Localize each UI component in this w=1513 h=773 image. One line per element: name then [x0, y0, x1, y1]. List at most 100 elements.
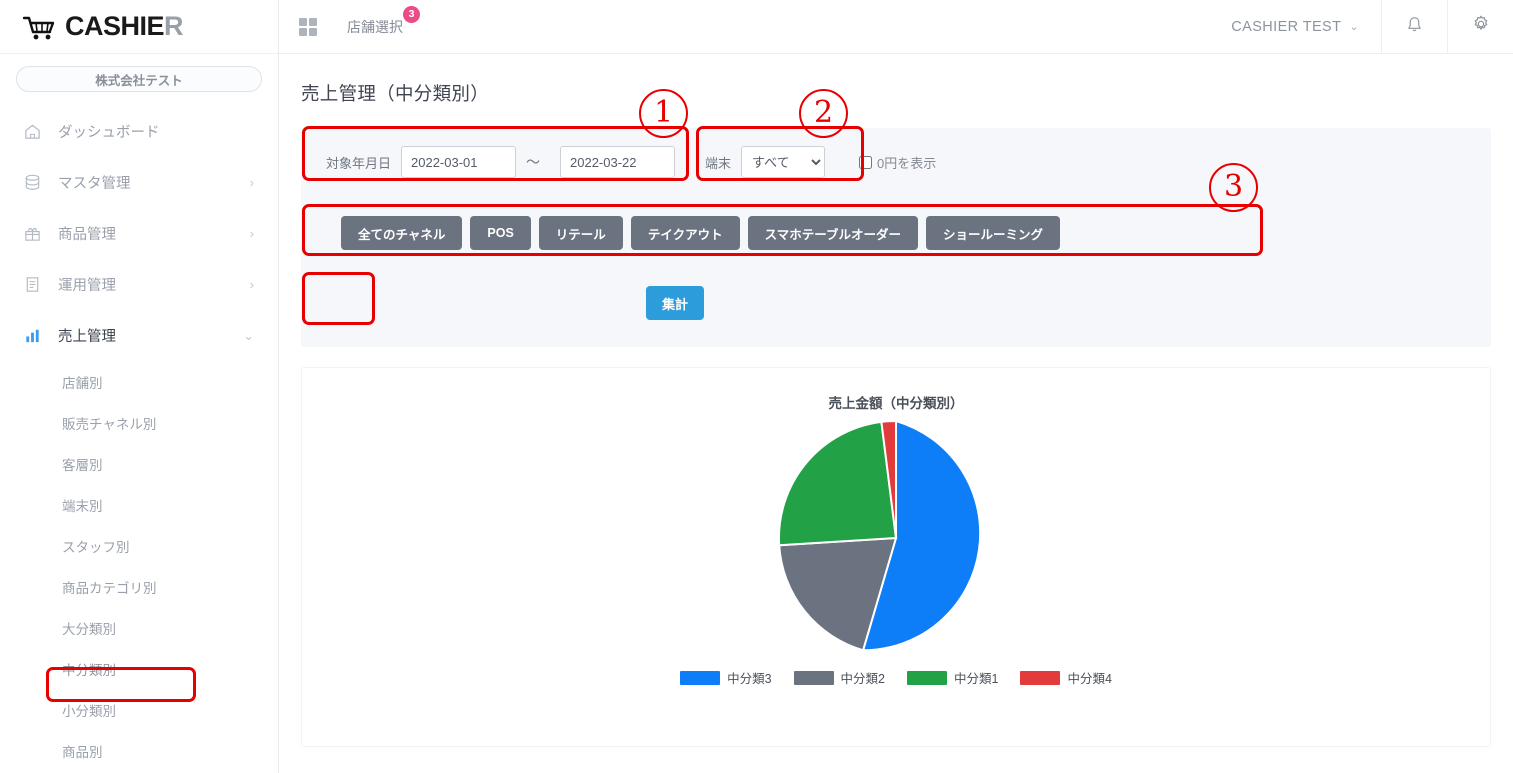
zero-yen-checkbox-wrap[interactable]: 0円を表示 — [859, 153, 936, 172]
chart-legend: 中分類3 中分類2 中分類1 中分類4 — [302, 668, 1490, 687]
main-area: 店舗選択 3 CASHIER TEST ⌄ 売上管理（中分類別） 対象年月日 2… — [279, 0, 1513, 773]
sidebar-item-by-major-category[interactable]: 大分類別 — [0, 607, 278, 648]
legend-item[interactable]: 中分類4 — [1020, 668, 1112, 687]
sidebar-subitem-label: 客層別 — [62, 457, 103, 473]
settings-button[interactable] — [1447, 0, 1513, 54]
legend-label: 中分類2 — [840, 672, 885, 686]
sidebar-subitem-label: 商品カテゴリ別 — [62, 580, 157, 596]
top-bar-right: CASHIER TEST ⌄ — [1231, 0, 1513, 54]
database-icon — [22, 173, 42, 193]
app-root: CASHIER 株式会社テスト ダッシュボード マスタ管理 › 商品管理 › 運… — [0, 0, 1513, 773]
aggregate-button[interactable]: 集計 — [646, 286, 705, 320]
chevron-down-icon: ⌄ — [243, 327, 254, 343]
company-name: 株式会社テスト — [95, 73, 183, 88]
sidebar-subitem-label: 小分類別 — [62, 703, 116, 719]
channel-button-all[interactable]: 全てのチャネル — [341, 216, 463, 250]
filter-row-primary: 対象年月日 〜 端末 すべて 0円を表示 — [326, 146, 936, 178]
store-select-badge: 3 — [403, 5, 420, 23]
sidebar-item-product[interactable]: 商品管理 › — [0, 208, 278, 259]
sidebar-subitem-label: 販売チャネル別 — [62, 416, 157, 432]
sidebar-item-by-middle-category[interactable]: 中分類別 — [0, 648, 278, 689]
legend-item[interactable]: 中分類3 — [680, 668, 772, 687]
brand-name-main: CASHIE — [65, 11, 165, 41]
top-bar: 店舗選択 3 CASHIER TEST ⌄ — [279, 0, 1513, 54]
sidebar-item-by-channel[interactable]: 販売チャネル別 — [0, 402, 278, 443]
chevron-right-icon: › — [249, 277, 254, 292]
legend-swatch — [793, 670, 834, 685]
legend-label: 中分類4 — [1067, 672, 1112, 686]
sidebar-subitem-label: 店舗別 — [62, 375, 103, 391]
shopping-cart-icon — [22, 14, 56, 40]
legend-item[interactable]: 中分類1 — [907, 668, 998, 687]
grid-icon[interactable] — [299, 17, 317, 36]
sidebar-subitem-label: 商品別 — [62, 744, 103, 760]
date-from-input[interactable] — [401, 146, 517, 178]
gear-icon — [1471, 14, 1491, 39]
filter-panel: 対象年月日 〜 端末 すべて 0円を表示 全てのチャネル POS — [301, 128, 1491, 347]
pie-chart-svg — [777, 419, 982, 652]
pie-slice-2[interactable] — [777, 420, 898, 547]
gift-icon — [22, 224, 42, 244]
sidebar-item-by-terminal[interactable]: 端末別 — [0, 484, 278, 525]
date-to-input[interactable] — [560, 146, 676, 178]
zero-yen-checkbox[interactable] — [859, 155, 873, 169]
sidebar-nav: ダッシュボード マスタ管理 › 商品管理 › 運用管理 › 売上管理 ⌄ 店舗別… — [0, 106, 278, 771]
terminal-label: 端末 — [705, 155, 732, 171]
sidebar-item-by-staff[interactable]: スタッフ別 — [0, 525, 278, 566]
chart-title: 売上金額（中分類別） — [828, 396, 964, 411]
legend-label: 中分類3 — [727, 672, 772, 686]
store-select-button[interactable]: 店舗選択 3 — [347, 5, 420, 37]
sidebar-item-label: 売上管理 — [58, 329, 116, 345]
legend-swatch — [1020, 670, 1061, 685]
notification-button[interactable] — [1381, 0, 1447, 54]
chart-card: 売上金額（中分類別） 中分類3 中分類2 中分類1 中分類4 — [301, 367, 1491, 747]
channel-button-group: 全てのチャネル POS リテール テイクアウト スマホテーブルオーダー ショール… — [341, 216, 1060, 250]
user-name: CASHIER TEST — [1231, 18, 1342, 35]
brand-name: CASHIER — [65, 11, 184, 41]
sidebar-item-by-customer-segment[interactable]: 客層別 — [0, 443, 278, 484]
channel-button-smartphone-table-order[interactable]: スマホテーブルオーダー — [747, 216, 918, 250]
channel-button-takeout[interactable]: テイクアウト — [630, 216, 740, 250]
legend-label: 中分類1 — [954, 672, 999, 686]
sidebar-item-by-product[interactable]: 商品別 — [0, 730, 278, 771]
brand-name-accent: R — [164, 11, 184, 41]
sidebar: CASHIER 株式会社テスト ダッシュボード マスタ管理 › 商品管理 › 運… — [0, 0, 279, 773]
store-select-label: 店舗選択 — [347, 18, 403, 35]
company-selector[interactable]: 株式会社テスト — [16, 66, 262, 92]
legend-swatch — [907, 670, 947, 685]
channel-button-retail[interactable]: リテール — [538, 216, 623, 250]
user-menu[interactable]: CASHIER TEST ⌄ — [1231, 19, 1381, 35]
channel-button-pos[interactable]: POS — [470, 216, 531, 250]
sidebar-subitem-label: スタッフ別 — [62, 539, 130, 555]
sidebar-item-master[interactable]: マスタ管理 › — [0, 157, 278, 208]
sidebar-item-by-minor-category[interactable]: 小分類別 — [0, 689, 278, 730]
content-area: 売上管理（中分類別） 対象年月日 〜 端末 すべて 0円を表示 — [279, 54, 1513, 773]
sidebar-item-operation[interactable]: 運用管理 › — [0, 259, 278, 310]
page-title: 売上管理（中分類別） — [301, 83, 490, 104]
sidebar-item-dashboard[interactable]: ダッシュボード — [0, 106, 278, 157]
chevron-right-icon: › — [249, 175, 254, 190]
pie-chart — [302, 418, 1490, 658]
sidebar-subitem-label: 大分類別 — [62, 621, 116, 637]
sidebar-item-by-product-category[interactable]: 商品カテゴリ別 — [0, 566, 278, 607]
sidebar-item-label: マスタ管理 — [58, 176, 131, 192]
sidebar-subitem-label: 端末別 — [62, 498, 103, 514]
sidebar-item-label: 運用管理 — [58, 278, 116, 294]
sidebar-item-by-store[interactable]: 店舗別 — [0, 361, 278, 402]
date-separator: 〜 — [526, 154, 541, 170]
legend-item[interactable]: 中分類2 — [793, 668, 885, 687]
sidebar-item-label: ダッシュボード — [58, 125, 160, 141]
legend-swatch — [680, 670, 721, 685]
chevron-right-icon: › — [249, 226, 254, 241]
home-icon — [22, 122, 42, 142]
bar-chart-icon — [22, 326, 42, 346]
clipboard-icon — [22, 275, 42, 295]
terminal-select[interactable]: すべて — [741, 146, 826, 178]
channel-button-showrooming[interactable]: ショールーミング — [925, 216, 1060, 250]
brand-logo[interactable]: CASHIER — [0, 0, 278, 54]
bell-icon — [1405, 15, 1424, 39]
sidebar-subitem-label: 中分類別 — [62, 662, 116, 678]
date-range-label: 対象年月日 — [326, 155, 392, 171]
zero-yen-label: 0円を表示 — [877, 155, 937, 171]
sidebar-item-sales[interactable]: 売上管理 ⌄ — [0, 310, 278, 361]
